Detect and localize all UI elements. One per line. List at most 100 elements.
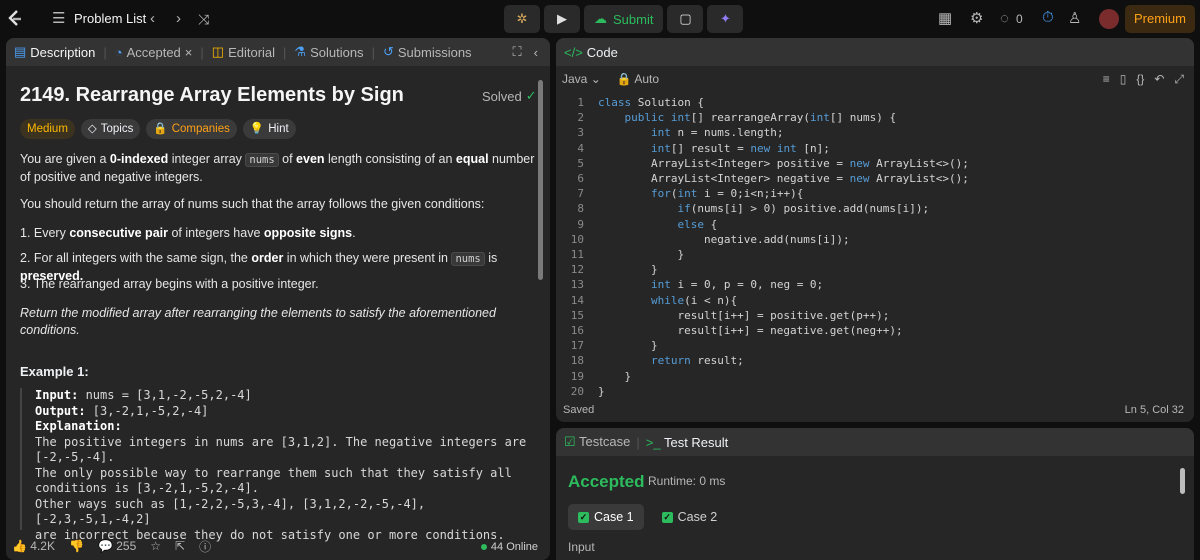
description-paragraph: You should return the array of nums such… (20, 197, 485, 211)
example-output-label: Output: (35, 403, 86, 418)
code-line: ArrayList<Integer> negative = new ArrayL… (598, 172, 969, 185)
comment-icon: 💬 (97, 539, 113, 553)
tab-accepted-label: Accepted (126, 44, 181, 60)
fire-icon[interactable]: ◌ (1000, 11, 1009, 27)
line-number: 11 (570, 248, 584, 261)
help-icon[interactable]: ⓘ (199, 538, 211, 555)
desc-text: of (278, 152, 297, 166)
lock-icon: 🔒 (153, 123, 168, 135)
notes-icon[interactable]: ▢ (667, 5, 704, 33)
problem-list-link[interactable]: Problem List (74, 11, 146, 26)
line-number: 7 (577, 187, 584, 201)
language-select[interactable]: Java ⌄ (562, 72, 601, 86)
tab-divider: | (200, 44, 204, 60)
tab-submissions[interactable]: ↺ Submissions (379, 44, 476, 60)
input-label: Input (568, 540, 595, 554)
tab-accepted[interactable]: ◔ Accepted × | (111, 45, 208, 60)
avatar[interactable] (1099, 9, 1119, 29)
code-editor[interactable]: 1 class Solution {2 public int[] rearrang… (556, 96, 1194, 398)
format-icon[interactable]: ≡ (1103, 72, 1110, 87)
expand-icon[interactable]: ⤢ (1174, 72, 1184, 87)
code-line: int n = nums.length; (650, 126, 784, 140)
topics-tag[interactable]: ◇ Topics (80, 119, 141, 139)
line-number: 8 (577, 202, 584, 216)
desc-text: 2. For all integers with the same sign, … (20, 251, 252, 265)
terminal-icon: >_ (645, 434, 661, 450)
maximize-icon[interactable]: ⛶ (513, 44, 522, 60)
description-scrollbar[interactable] (538, 80, 543, 280)
code-line: result[i++] = positive.get(p++); (598, 308, 890, 322)
next-problem-icon[interactable]: › (176, 11, 181, 27)
close-icon[interactable]: × (185, 45, 193, 60)
companies-tag[interactable]: 🔒 Companies (146, 119, 237, 139)
line-number: 10 (570, 232, 584, 246)
desc-text: integer array (168, 152, 246, 166)
desc-text: in which they were present in (283, 251, 452, 265)
star-icon[interactable]: ☆ (150, 539, 161, 553)
desc-bold: opposite signs (263, 226, 353, 240)
like-button[interactable]: 👍 4.2K (12, 539, 55, 553)
leetcode-logo-icon[interactable] (4, 8, 26, 30)
like-count: 4.2K (30, 539, 55, 553)
line-number: 9 (577, 217, 584, 231)
code-line: class Solution { (598, 96, 704, 109)
debug-icon[interactable]: ✲ (504, 5, 540, 33)
tab-solutions[interactable]: ⚗ Solutions | (290, 44, 379, 60)
result-scrollbar[interactable] (1180, 468, 1185, 494)
add-user-icon[interactable]: ♙ (1068, 11, 1081, 27)
tab-editorial[interactable]: ◫ Editorial | (208, 44, 291, 60)
code-line: } (598, 384, 605, 398)
runtime-label: Runtime: 0 ms (648, 474, 726, 488)
layout-icon[interactable]: ▦ (938, 11, 952, 27)
submissions-icon: ↺ (382, 44, 394, 59)
language-label: Java (562, 72, 588, 86)
dislike-icon[interactable]: 👎 (69, 539, 84, 553)
description-tabs: ▤ Description | ◔ Accepted × | ◫ Editori… (6, 38, 550, 66)
submit-button[interactable]: ☁ Submit (584, 5, 664, 33)
desc-text: You are given a (20, 152, 110, 166)
prev-problem-icon[interactable]: ‹ (150, 11, 155, 27)
case-2-button[interactable]: ✓ Case 2 (652, 504, 728, 530)
description-panel: ▤ Description | ◔ Accepted × | ◫ Editori… (6, 38, 550, 560)
explanation-label: Explanation: (35, 419, 122, 433)
share-icon[interactable]: ⇱ (175, 539, 185, 553)
tab-submissions-label: Submissions (397, 44, 472, 60)
example-block: Input: nums = [3,1,-2,-5,2,-4] Output: [… (20, 388, 535, 542)
check-icon: ✓ (578, 511, 589, 523)
tab-test-result[interactable]: >_ Test Result (646, 435, 729, 450)
example-input-label: Input: (35, 388, 79, 402)
example-input-value: nums = [3,1,-2,-5,2,-4] (78, 388, 252, 402)
comments-button[interactable]: 💬 255 (98, 539, 136, 553)
bookmark-icon[interactable]: ▯ (1120, 72, 1127, 87)
collapse-icon[interactable]: ‹ (534, 45, 538, 60)
streak-count: 0 (1016, 12, 1023, 26)
ai-sparkle-icon[interactable]: ✦ (707, 5, 744, 33)
inline-code: nums (451, 252, 485, 266)
line-number: 19 (570, 369, 584, 383)
code-line: ArrayList<Integer> positive = new ArrayL… (598, 156, 969, 170)
settings-gear-icon[interactable]: ⚙ (970, 11, 983, 27)
cloud-upload-icon: ☁ (594, 11, 607, 26)
online-dot-icon (480, 544, 487, 550)
line-number: 12 (570, 263, 584, 277)
reset-icon[interactable]: ↶ (1154, 72, 1164, 87)
condition-3: 3. The rearranged array begins with a po… (20, 277, 319, 291)
case-1-button[interactable]: ✓ Case 1 (568, 504, 644, 530)
list-icon[interactable]: ☰ (52, 11, 65, 27)
auto-mode[interactable]: 🔒 Auto (617, 72, 659, 86)
timer-icon[interactable]: ⏱ (1042, 10, 1054, 26)
tab-description[interactable]: ▤ Description | (10, 44, 111, 60)
online-indicator: 44 Online (480, 541, 538, 553)
desc-text: . (352, 226, 356, 240)
code-line: public int[] rearrangeArray(int[] nums) … (624, 111, 897, 125)
condition-1: 1. Every consecutive pair of integers ha… (20, 225, 535, 242)
desc-text: of integers have (167, 226, 264, 240)
inline-code: nums (245, 153, 279, 167)
braces-icon[interactable]: {} (1136, 72, 1144, 87)
hint-tag[interactable]: 💡 Hint (242, 119, 296, 139)
code-line: negative.add(nums[i]); (598, 232, 850, 246)
premium-button[interactable]: Premium (1125, 5, 1195, 33)
tab-testcase[interactable]: ☑ Testcase (564, 434, 630, 450)
run-button[interactable]: ▶ (544, 5, 580, 33)
shuffle-icon[interactable]: ⤨ (198, 11, 209, 27)
